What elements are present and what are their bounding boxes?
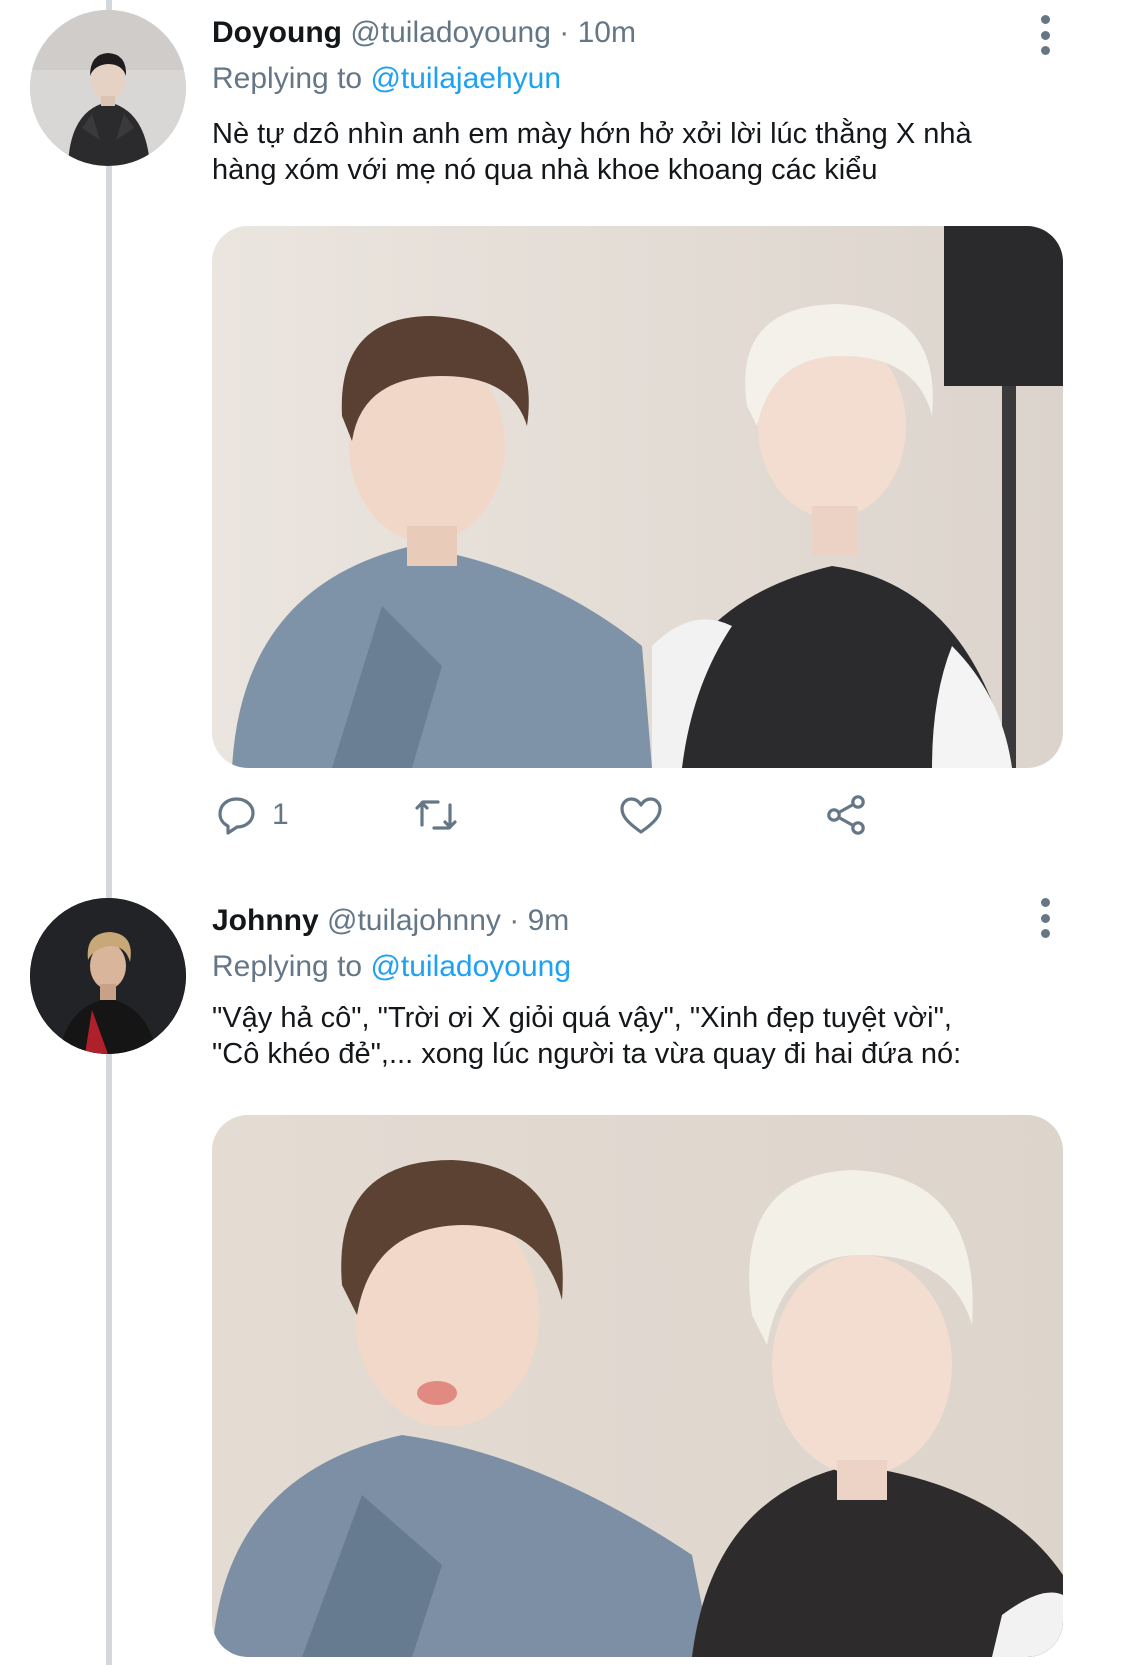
separator: · xyxy=(509,904,520,937)
replying-to: Replying to @tuilajaehyun xyxy=(212,61,561,97)
replying-mention-link[interactable]: @tuiladoyoung xyxy=(370,950,571,983)
reply-icon xyxy=(218,797,255,835)
username[interactable]: @tuiladoyoung xyxy=(350,16,551,49)
heart-icon xyxy=(620,797,662,834)
replying-prefix: Replying to xyxy=(212,62,363,95)
tweet-header: Doyoung @tuiladoyoung · 10m xyxy=(212,15,1035,51)
share-button[interactable] xyxy=(822,790,870,840)
display-name[interactable]: Doyoung xyxy=(212,16,342,49)
tweet-text-line: Nè tự dzô nhìn anh em mày hớn hở xởi lời… xyxy=(212,118,972,150)
tweet-text: "Vậy hả cô", "Trời ơi X giỏi quá vậy", "… xyxy=(212,1000,1072,1072)
timestamp[interactable]: 10m xyxy=(578,16,636,49)
username[interactable]: @tuilajohnny xyxy=(327,904,501,937)
avatar[interactable] xyxy=(30,898,186,1054)
replying-prefix: Replying to xyxy=(212,950,363,983)
tweet-text: Nè tự dzô nhìn anh em mày hớn hở xởi lời… xyxy=(212,116,1072,188)
tweet[interactable]: Doyoung @tuiladoyoung · 10m Replying to … xyxy=(0,0,1125,870)
tweet-text-line: "Vậy hả cô", "Trời ơi X giỏi quá vậy", "… xyxy=(212,1002,952,1034)
tweet[interactable]: Johnny @tuilajohnny · 9m Replying to @tu… xyxy=(0,870,1125,1665)
display-name[interactable]: Johnny xyxy=(212,904,319,937)
tweet-text-line: hàng xóm với mẹ nó qua nhà khoe khoang c… xyxy=(212,154,878,186)
retweet-icon xyxy=(415,800,457,830)
avatar[interactable] xyxy=(30,10,186,166)
tweet-photo[interactable] xyxy=(212,1115,1063,1657)
share-icon xyxy=(827,795,865,835)
more-vertical-icon[interactable] xyxy=(1035,898,1055,938)
like-button[interactable] xyxy=(617,790,665,840)
retweet-button[interactable] xyxy=(412,790,460,840)
separator: · xyxy=(559,16,570,49)
more-vertical-icon[interactable] xyxy=(1035,15,1055,55)
tweet-text-line: "Cô khéo đẻ",... xong lúc người ta vừa q… xyxy=(212,1038,962,1070)
replying-to: Replying to @tuiladoyoung xyxy=(212,949,571,985)
reply-button[interactable]: 1 xyxy=(212,790,289,840)
tweet-actions: 1 xyxy=(212,790,912,840)
reply-count: 1 xyxy=(272,798,289,831)
replying-mention-link[interactable]: @tuilajaehyun xyxy=(370,62,561,95)
tweet-photo[interactable] xyxy=(212,226,1063,768)
timestamp[interactable]: 9m xyxy=(528,904,570,937)
tweet-header: Johnny @tuilajohnny · 9m xyxy=(212,903,1035,939)
